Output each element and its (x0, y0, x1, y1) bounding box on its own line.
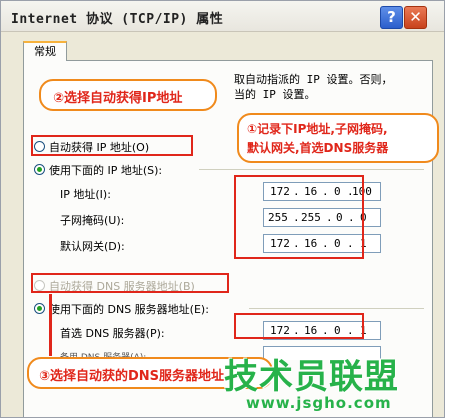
watermark-url: www.jsgho.com (246, 394, 392, 412)
title-bar[interactable]: Internet 协议 (TCP/IP) 属性 ? ✕ (1, 1, 444, 32)
highlight-ip-fields (234, 175, 364, 259)
watermark-brand: 技术员联盟 (224, 357, 399, 397)
highlight-dns-field (234, 313, 364, 339)
preferred-dns-label: 首选 DNS 服务器(P): (60, 327, 165, 340)
arrow-line-dns (49, 294, 52, 356)
default-gateway-label: 默认网关(D): (60, 240, 125, 253)
dns-group-line (249, 308, 424, 309)
manual-dns-label[interactable]: 使用下面的 DNS 服务器地址(E): (49, 301, 209, 317)
highlight-auto-ip (31, 135, 193, 156)
window-title: Internet 协议 (TCP/IP) 属性 (11, 12, 224, 27)
manual-ip-label[interactable]: 使用下面的 IP 地址(S): (49, 162, 162, 178)
manual-dns-radio[interactable] (34, 303, 45, 314)
ip-address-label: IP 地址(I): (60, 188, 111, 201)
callout-right-line-2: 默认网关,首选DNS服务器 (247, 141, 389, 155)
tab-general[interactable]: 常规 (23, 41, 67, 61)
callout-select-auto-ip: ②选择自动获得IP地址 (39, 79, 217, 111)
intro-line-1: 取自动指派的 IP 设置。否则， (234, 73, 393, 86)
callout-right-line-1: ①记录下IP地址,子网掩码, (247, 122, 388, 136)
subnet-mask-label: 子网掩码(U): (60, 214, 125, 227)
close-button[interactable]: ✕ (404, 6, 427, 29)
callout-bottom-text: ③选择自动获的DNS服务器地址 (39, 369, 225, 384)
intro-line-2: 当的 IP 设置。 (234, 88, 316, 101)
help-button[interactable]: ? (380, 6, 403, 29)
manual-ip-radio[interactable] (34, 164, 45, 175)
callout-record-settings: ①记录下IP地址,子网掩码, 默认网关,首选DNS服务器 (237, 113, 439, 163)
ip-group-line (199, 169, 424, 170)
highlight-auto-dns (31, 273, 229, 293)
callout-top-text: ②选择自动获得IP地址 (53, 91, 183, 106)
